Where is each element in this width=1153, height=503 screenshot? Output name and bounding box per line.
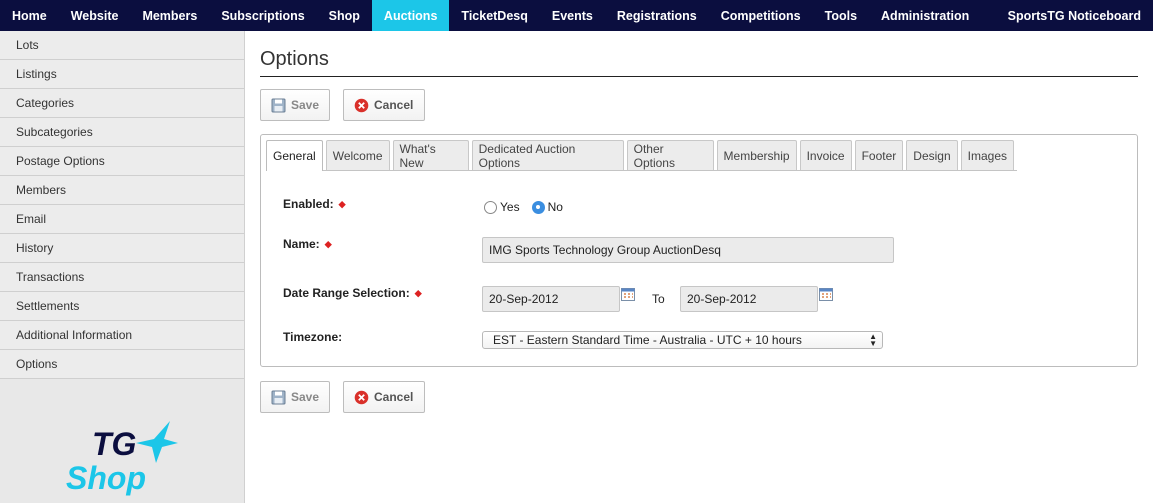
save-button-bottom[interactable]: Save: [260, 381, 330, 413]
save-button-top[interactable]: Save: [260, 89, 330, 121]
sidebar-item-additional-information[interactable]: Additional Information: [0, 321, 244, 350]
timezone-value: EST - Eastern Standard Time - Australia …: [493, 333, 802, 347]
cancel-icon: [354, 390, 369, 405]
required-icon: ◆: [414, 288, 422, 299]
tg-shop-logo-graphic: TG Shop: [66, 421, 178, 496]
nav-item-auctions[interactable]: Auctions: [371, 0, 450, 31]
tab-general[interactable]: General: [266, 140, 323, 171]
tab-other-options[interactable]: Other Options: [626, 140, 714, 170]
nav-item-shop[interactable]: Shop: [317, 0, 372, 31]
name-input[interactable]: [482, 237, 894, 263]
sidebar-item-subcategories[interactable]: Subcategories: [0, 118, 244, 147]
cancel-label: Cancel: [374, 98, 414, 112]
sidebar-item-history[interactable]: History: [0, 234, 244, 263]
sidebar-item-categories[interactable]: Categories: [0, 89, 244, 118]
name-label-text: Name:: [283, 237, 320, 251]
sidebar-item-listings[interactable]: Listings: [0, 60, 244, 89]
tab-welcome[interactable]: Welcome: [325, 140, 390, 170]
sidebar-item-members[interactable]: Members: [0, 176, 244, 205]
enabled-yes-radio[interactable]: [484, 200, 497, 214]
floppy-disk-icon: [271, 98, 286, 113]
nav-item-tools[interactable]: Tools: [813, 0, 869, 31]
sidebar-item-postage-options[interactable]: Postage Options: [0, 147, 244, 176]
timezone-select[interactable]: EST - Eastern Standard Time - Australia …: [482, 331, 883, 349]
cancel-label: Cancel: [374, 390, 414, 404]
tab-what-s-new[interactable]: What's New: [392, 140, 469, 170]
nav-item-administration[interactable]: Administration: [869, 0, 981, 31]
enabled-label-text: Enabled:: [283, 197, 334, 211]
nav-item-home[interactable]: Home: [0, 0, 59, 31]
save-label: Save: [291, 98, 320, 112]
floppy-disk-icon: [271, 390, 286, 405]
calendar-icon[interactable]: [819, 288, 833, 301]
date-range-label: Date Range Selection: ◆: [283, 286, 422, 300]
nav-item-competitions[interactable]: Competitions: [709, 0, 813, 31]
tab-membership[interactable]: Membership: [716, 140, 797, 170]
cancel-button-bottom[interactable]: Cancel: [343, 381, 425, 413]
enabled-no-radio[interactable]: [531, 200, 545, 214]
enabled-label: Enabled: ◆: [283, 197, 346, 211]
tab-images[interactable]: Images: [960, 140, 1014, 170]
sidebar-item-settlements[interactable]: Settlements: [0, 292, 244, 321]
nav-item-registrations[interactable]: Registrations: [605, 0, 709, 31]
sidebar-item-lots[interactable]: Lots: [0, 31, 244, 60]
sidebar-item-email[interactable]: Email: [0, 205, 244, 234]
cancel-icon: [354, 98, 369, 113]
date-from-input[interactable]: [482, 286, 620, 312]
logo-text-tg: TG: [92, 426, 136, 462]
tab-design[interactable]: Design: [906, 140, 958, 170]
tab-dedicated-auction-options[interactable]: Dedicated Auction Options: [471, 140, 624, 170]
calendar-icon[interactable]: [621, 288, 635, 301]
select-arrows-icon: ▲ ▼: [869, 332, 877, 348]
enabled-no-label: No: [547, 200, 563, 214]
title-divider: [260, 76, 1138, 77]
logo-text-shop: Shop: [66, 460, 146, 496]
date-range-label-text: Date Range Selection:: [283, 286, 410, 300]
date-to-input[interactable]: [680, 286, 818, 312]
enabled-radio-group: Yes No: [484, 200, 575, 214]
star-icon: [136, 421, 178, 463]
tab-invoice[interactable]: Invoice: [799, 140, 852, 170]
sidebar-item-options[interactable]: Options: [0, 350, 244, 379]
enabled-yes-label: Yes: [500, 200, 520, 214]
cancel-button-top[interactable]: Cancel: [343, 89, 425, 121]
page-title: Options: [260, 48, 329, 70]
sidebar-menu: Lots Listings Categories Subcategories Posta…: [0, 31, 244, 379]
tg-shop-logo: TG Shop: [62, 417, 182, 497]
top-nav: Home Website Members Subscriptions Shop Aucti…: [0, 0, 1153, 31]
nav-item-subscriptions[interactable]: Subscriptions: [209, 0, 316, 31]
required-icon: ◆: [338, 199, 346, 210]
nav-item-website[interactable]: Website: [59, 0, 131, 31]
nav-item-events[interactable]: Events: [540, 0, 605, 31]
name-label: Name: ◆: [283, 237, 332, 251]
options-panel: General Welcome What's New Dedicated Auctio…: [260, 134, 1138, 367]
top-nav-items: Home Website Members Subscriptions Shop Aucti…: [0, 0, 981, 31]
required-icon: ◆: [324, 239, 332, 250]
timezone-label: Timezone:: [283, 330, 343, 344]
tab-footer[interactable]: Footer: [854, 140, 904, 170]
sidebar-item-transactions[interactable]: Transactions: [0, 263, 244, 292]
save-label: Save: [291, 390, 320, 404]
sidebar: Lots Listings Categories Subcategories Posta…: [0, 31, 245, 503]
date-to-label: To: [652, 292, 665, 306]
nav-item-members[interactable]: Members: [130, 0, 209, 31]
nav-item-ticketdesq[interactable]: TicketDesq: [449, 0, 539, 31]
options-tabs: General Welcome What's New Dedicated Auctio…: [266, 140, 1017, 171]
nav-item-noticeboard[interactable]: SportsTG Noticeboard: [996, 0, 1153, 31]
